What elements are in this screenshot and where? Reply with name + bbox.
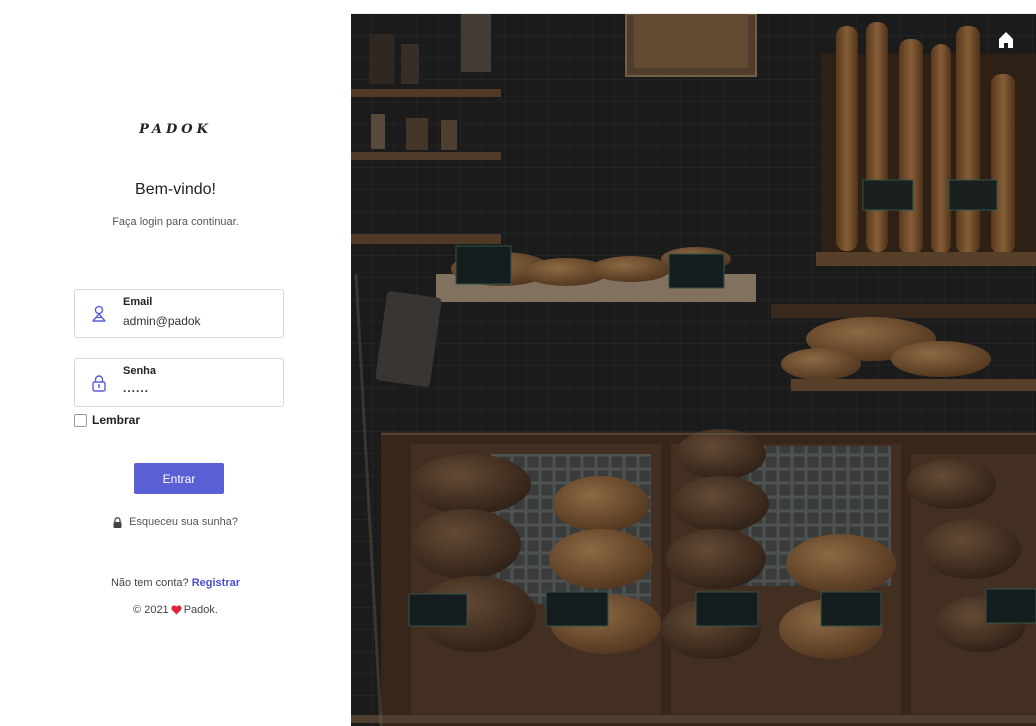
- heart-icon: [171, 605, 182, 615]
- email-field[interactable]: Email: [74, 289, 284, 338]
- forgot-password-link[interactable]: Esqueceu sua sunha?: [0, 516, 351, 528]
- remember-checkbox[interactable]: [74, 413, 87, 427]
- signup-row: Não tem conta? Registrar: [0, 577, 351, 589]
- password-field[interactable]: Senha ......: [74, 358, 284, 407]
- lock-icon: [91, 374, 107, 392]
- welcome-heading: Bem-vindo!: [135, 181, 216, 198]
- bakery-hero-image: [351, 14, 1036, 726]
- lock-small-icon: [113, 516, 122, 528]
- user-icon: [91, 305, 107, 323]
- login-panel: PADOK Bem-vindo! Faça login para continu…: [0, 0, 351, 726]
- bakery-photo: [351, 14, 1036, 726]
- brand-logo: PADOK: [139, 122, 212, 137]
- email-input[interactable]: [123, 314, 273, 328]
- copyright-brand: Padok.: [183, 604, 218, 616]
- login-button[interactable]: Entrar: [134, 463, 224, 494]
- login-subtitle: Faça login para continuar.: [112, 216, 239, 228]
- email-label: Email: [123, 296, 153, 308]
- signup-prompt: Não tem conta?: [110, 577, 189, 589]
- register-link[interactable]: Registrar: [192, 577, 240, 589]
- password-input[interactable]: ......: [123, 381, 273, 395]
- copyright-year: © 2021: [133, 604, 169, 616]
- remember-label[interactable]: Lembrar: [92, 413, 140, 427]
- forgot-password-label[interactable]: Esqueceu sua sunha?: [129, 516, 238, 528]
- remember-row[interactable]: Lembrar: [74, 413, 140, 427]
- password-label: Senha: [123, 365, 157, 377]
- copyright: © 2021 Padok.: [0, 604, 351, 616]
- home-icon[interactable]: [996, 30, 1016, 50]
